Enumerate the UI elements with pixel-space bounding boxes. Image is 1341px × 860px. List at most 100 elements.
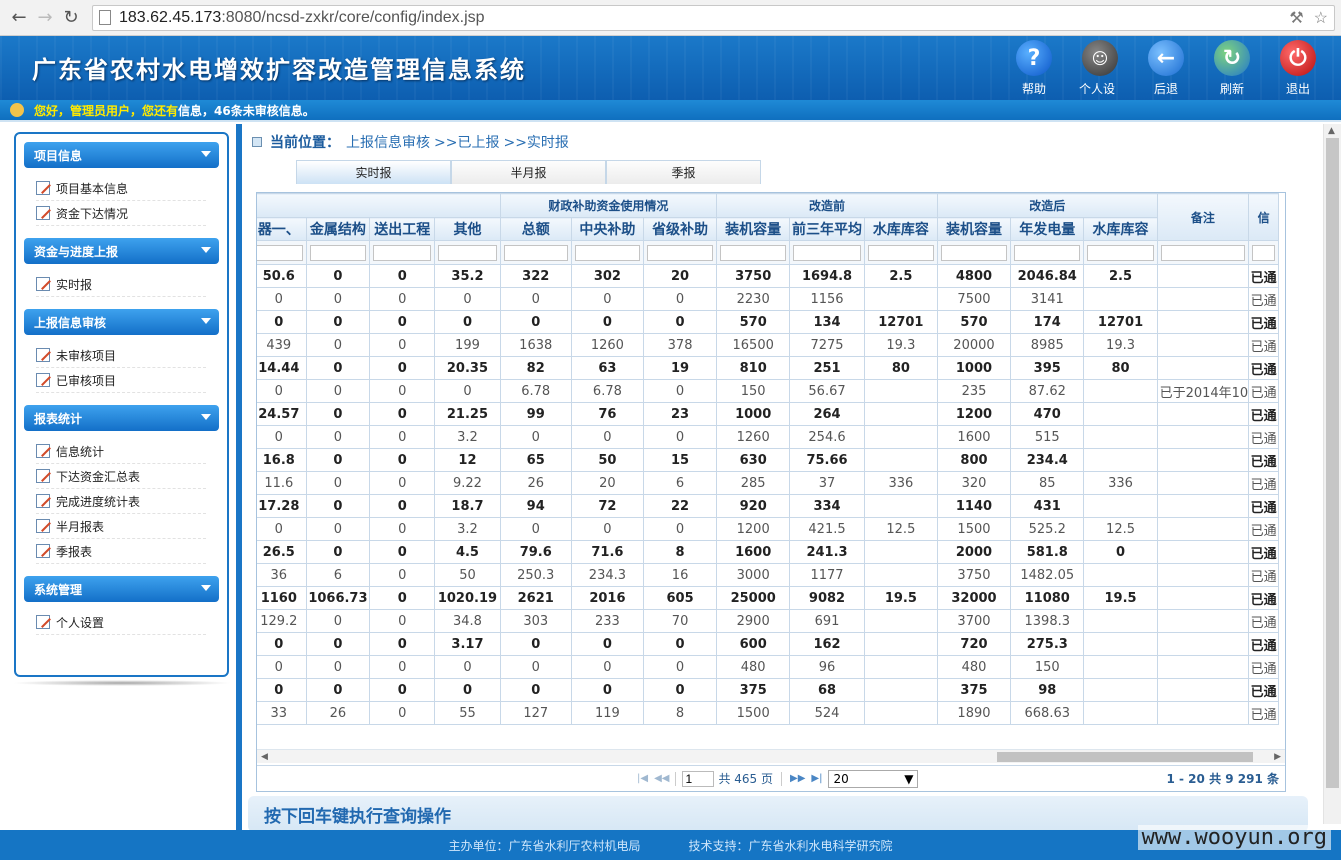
breadcrumb-item-realtime[interactable]: >>实时报 — [503, 132, 568, 152]
table-row[interactable]: 50.6 0 0 35.2 322 302 20 3750 1694.8 2.5 4800 2046.… — [257, 264, 1279, 288]
logout-button[interactable]: ⏻ 退出 — [1277, 40, 1319, 100]
scroll-right-icon[interactable]: ▶ — [1274, 752, 1281, 762]
table-row[interactable]: 17.28 0 0 18.7 94 72 22 920 334 1140 431 已通 — [257, 494, 1279, 518]
sidebar-item[interactable]: 信息统计 — [36, 439, 206, 464]
tab-quarterly[interactable]: 季报 — [606, 160, 761, 184]
scroll-up-icon[interactable]: ▲ — [1328, 126, 1335, 136]
filter-input[interactable] — [438, 244, 497, 261]
table-row[interactable]: 16.8 0 0 12 65 50 15 630 75.66 800 234.4 已通 — [257, 448, 1279, 472]
sidebar-group-header[interactable]: 系统管理 — [24, 576, 219, 602]
table-row[interactable]: 36 6 0 50 250.3 234.3 16 3000 1177 3750 1482.05 已通 — [257, 563, 1279, 587]
tab-half-month[interactable]: 半月报 — [451, 160, 606, 184]
table-row[interactable]: 0 0 0 0 0 0 0 2230 1156 7500 3141 已通 — [257, 287, 1279, 311]
table-row[interactable]: 0 0 0 0 0 0 0 375 68 375 98 已通 — [257, 678, 1279, 702]
column-header[interactable]: 总额 — [499, 217, 572, 241]
sidebar-item[interactable]: 半月报表 — [36, 514, 206, 539]
column-header[interactable]: 前三年平均 — [789, 217, 865, 241]
help-button[interactable]: ? 帮助 — [1013, 40, 1055, 100]
filter-input[interactable] — [867, 244, 934, 261]
page-number-input[interactable] — [682, 770, 715, 787]
sidebar-group-header[interactable]: 项目信息 — [24, 142, 219, 168]
column-header[interactable]: 省级补助 — [643, 217, 718, 241]
column-header[interactable]: 水库库容 — [1083, 217, 1158, 241]
column-header-remark[interactable]: 备注 — [1156, 193, 1250, 241]
column-header[interactable]: 送出工程 — [369, 217, 436, 241]
table-row[interactable]: 0 0 0 0 6.78 6.78 0 150 56.67 235 87.62 已于2014年10 已通 — [257, 379, 1279, 403]
filter-input[interactable] — [940, 244, 1008, 261]
filter-input[interactable] — [574, 244, 641, 261]
filter-input[interactable] — [793, 244, 861, 261]
sidebar-group-header[interactable]: 资金与进度上报 — [24, 238, 219, 264]
back-button[interactable]: ← 后退 — [1145, 40, 1187, 100]
tools-icon[interactable]: ⚒ — [1289, 8, 1303, 28]
filter-input[interactable] — [1160, 244, 1246, 261]
breadcrumb-item-review[interactable]: 上报信息审核 — [346, 132, 430, 152]
table-cell: 19 — [643, 356, 718, 380]
sidebar-item[interactable]: 完成进度统计表 — [36, 489, 206, 514]
filter-input[interactable] — [309, 244, 367, 261]
sidebar-item[interactable]: 个人设置 — [36, 610, 206, 635]
sidebar-item[interactable]: 项目基本信息 — [36, 176, 206, 201]
filter-input[interactable] — [373, 244, 432, 261]
table-row[interactable]: 24.57 0 0 21.25 99 76 23 1000 264 1200 470 已通 — [257, 402, 1279, 426]
table-row[interactable]: 0 0 0 3.2 0 0 0 1200 421.5 12.5 1500 525.2 12.5 已通 — [257, 517, 1279, 541]
table-row[interactable]: 0 0 0 3.17 0 0 0 600 162 720 275.3 已通 — [257, 632, 1279, 656]
horizontal-scrollbar[interactable]: ◀ ▶ — [257, 749, 1285, 763]
sidebar-item[interactable]: 季报表 — [36, 539, 206, 564]
column-header[interactable]: 中央补助 — [570, 217, 645, 241]
column-header[interactable]: 装机容量 — [716, 217, 791, 241]
filter-input[interactable] — [720, 244, 787, 261]
refresh-button[interactable]: ↻ 刷新 — [1211, 40, 1253, 100]
table-row[interactable]: 11.6 0 0 9.22 26 20 6 285 37 336 320 85 336 已通 — [257, 471, 1279, 495]
sidebar-item[interactable]: 实时报 — [36, 272, 206, 297]
column-header[interactable]: 金属结构 — [305, 217, 371, 241]
address-bar[interactable]: 183.62.45.173:8080/ncsd-zxkr/core/config… — [92, 4, 1335, 31]
first-page-icon[interactable]: |◀ — [637, 773, 648, 784]
table-row[interactable]: 1160 1066.73 0 1020.19 2621 2016 605 25000 9082 1… — [257, 586, 1279, 610]
sidebar-item[interactable]: 资金下达情况 — [36, 201, 206, 226]
sidebar-group-header[interactable]: 上报信息审核 — [24, 309, 219, 335]
column-header[interactable]: 年发电量 — [1010, 217, 1085, 241]
column-header-info[interactable]: 信 — [1248, 193, 1279, 241]
sidebar-item[interactable]: 下达资金汇总表 — [36, 464, 206, 489]
last-page-icon[interactable]: ▶| — [811, 773, 822, 784]
vertical-scrollbar-thumb[interactable] — [1326, 138, 1339, 788]
filter-input[interactable] — [1014, 244, 1081, 261]
filter-input[interactable] — [647, 244, 714, 261]
user-settings-button[interactable]: ☺ 个人设置 — [1079, 40, 1121, 100]
browser-back-icon[interactable]: ← — [6, 5, 32, 31]
breadcrumb-item-reported[interactable]: >>已上报 — [434, 132, 499, 152]
table-row[interactable]: 33 26 0 55 127 119 8 1500 524 1890 668.63 已通 — [257, 701, 1279, 725]
browser-reload-icon[interactable]: ↻ — [58, 5, 84, 31]
column-header[interactable]: 器一、 — [257, 217, 307, 241]
vertical-scrollbar[interactable]: ▲ — [1323, 124, 1341, 824]
table-row[interactable]: 0 0 0 0 0 0 0 480 96 480 150 已通 — [257, 655, 1279, 679]
table-row[interactable]: 439 0 0 199 1638 1260 378 16500 7275 19.3 20000 898… — [257, 333, 1279, 357]
column-header[interactable]: 其他 — [434, 217, 501, 241]
column-header[interactable]: 装机容量 — [936, 217, 1012, 241]
table-row[interactable]: 129.2 0 0 34.8 303 233 70 2900 691 3700 1398.3 已通 — [257, 609, 1279, 633]
page-size-select[interactable]: 20 ▼ — [828, 769, 919, 788]
table-row[interactable]: 0 0 0 3.2 0 0 0 1260 254.6 1600 515 已通 — [257, 425, 1279, 449]
browser-forward-icon[interactable]: → — [32, 5, 58, 31]
prev-page-icon[interactable]: ◀◀ — [654, 773, 669, 784]
filter-input[interactable] — [257, 244, 303, 261]
scroll-left-icon[interactable]: ◀ — [261, 752, 268, 762]
table-row[interactable]: 26.5 0 0 4.5 79.6 71.6 8 1600 241.3 2000 581.8 0 已通 — [257, 540, 1279, 564]
bookmark-star-icon[interactable]: ☆ — [1314, 8, 1328, 28]
table-row[interactable]: 14.44 0 0 20.35 82 63 19 810 251 80 1000 395 80 已通 — [257, 356, 1279, 380]
table-cell: 1000 — [936, 356, 1012, 380]
sidebar-item[interactable]: 已审核项目 — [36, 368, 206, 393]
filter-input[interactable] — [1252, 244, 1275, 261]
column-header[interactable]: 水库库容 — [863, 217, 938, 241]
sidebar-group-header[interactable]: 报表统计 — [24, 405, 219, 431]
scrollbar-thumb[interactable] — [997, 752, 1253, 762]
tab-realtime[interactable]: 实时报 — [296, 160, 451, 184]
filter-input[interactable] — [1087, 244, 1154, 261]
table-row[interactable]: 0 0 0 0 0 0 0 570 134 12701 570 174 12701 已通 — [257, 310, 1279, 334]
notice-count[interactable]: 信息，46条未审核信息。 — [178, 102, 315, 119]
filter-input[interactable] — [503, 244, 568, 261]
next-page-icon[interactable]: ▶▶ — [790, 773, 805, 784]
sidebar-group: 上报信息审核 未审核项目 已审核项目 — [24, 309, 219, 399]
sidebar-item[interactable]: 未审核项目 — [36, 343, 206, 368]
